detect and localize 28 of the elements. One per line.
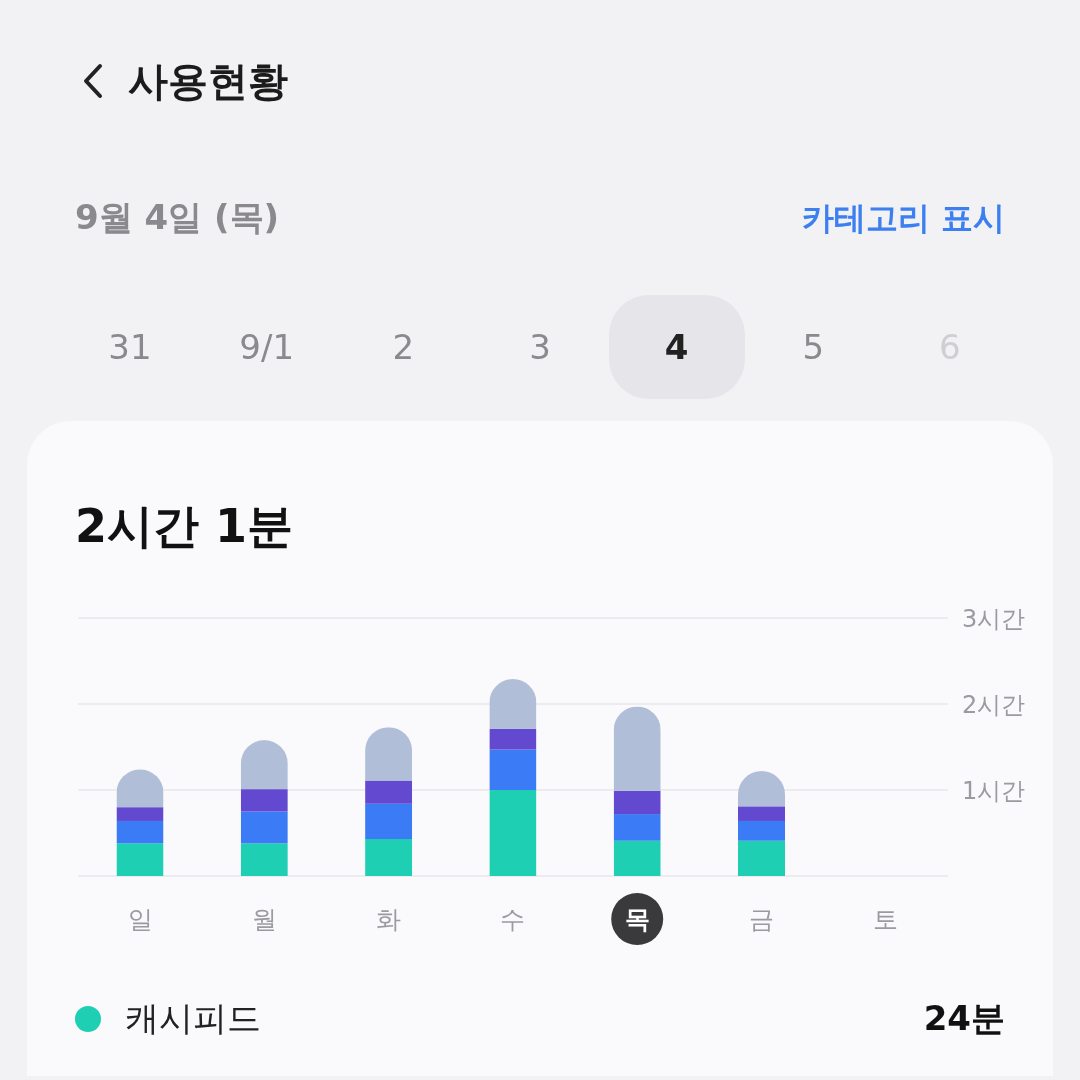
- y-axis-label: 1시간: [962, 777, 1026, 805]
- date-tab[interactable]: 2: [335, 295, 472, 399]
- y-axis-label: 3시간: [962, 605, 1026, 633]
- bar-segment: [116, 843, 164, 876]
- app-duration: 24분: [923, 997, 1005, 1040]
- app-name: 캐시피드: [125, 997, 262, 1040]
- date-tab[interactable]: 4: [608, 295, 745, 399]
- date-tab[interactable]: 31: [62, 295, 198, 399]
- selected-date: 9월 4일 (목): [75, 196, 280, 239]
- day-label[interactable]: 토: [873, 905, 899, 934]
- date-tab[interactable]: 5: [745, 295, 882, 399]
- bar-segment: [613, 814, 661, 841]
- y-axis-label: 2시간: [962, 691, 1026, 719]
- back-icon[interactable]: [82, 63, 104, 99]
- day-label[interactable]: 금: [749, 905, 774, 934]
- date-tab[interactable]: 3: [471, 295, 608, 399]
- day-label[interactable]: 수: [500, 905, 526, 934]
- day-label[interactable]: 목: [624, 905, 650, 934]
- bar-segment: [240, 843, 288, 876]
- day-label[interactable]: 화: [376, 905, 402, 934]
- category-link[interactable]: 카테고리 표시: [801, 193, 1005, 242]
- bar-segment: [613, 840, 661, 876]
- day-label[interactable]: 일: [127, 905, 153, 934]
- total-duration: 2시간 1분: [74, 503, 295, 549]
- bar-segment: [365, 839, 413, 876]
- date-tab[interactable]: 9/1: [198, 295, 335, 399]
- day-label[interactable]: 월: [251, 905, 277, 934]
- page-title: 사용현황: [128, 57, 288, 106]
